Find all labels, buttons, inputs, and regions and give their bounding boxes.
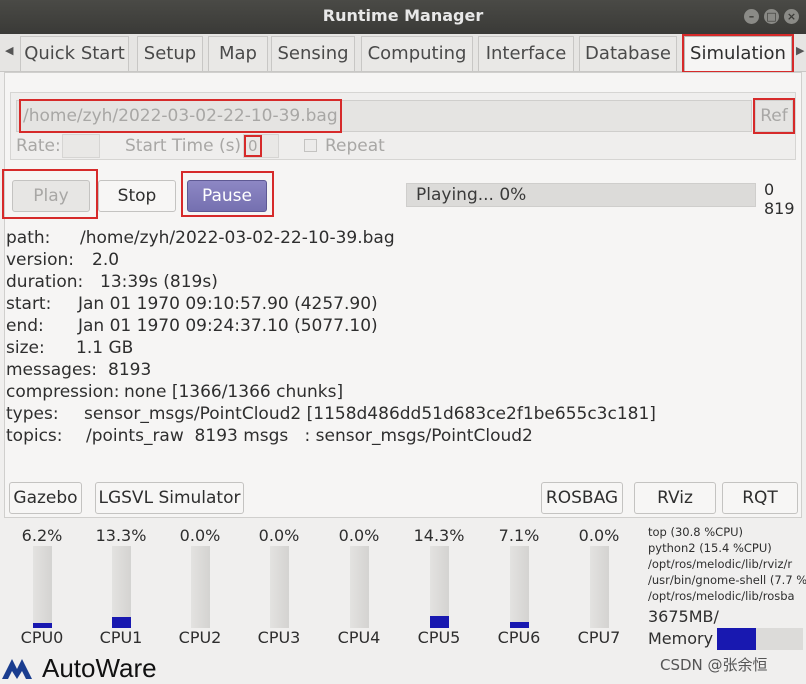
cpu-percent: 0.0%	[338, 526, 380, 545]
title-bar: Runtime Manager – □ ×	[0, 0, 806, 34]
cpu-name: CPU7	[577, 628, 621, 647]
cpu-percent: 0.0%	[258, 526, 300, 545]
process-item: /opt/ros/melodic/lib/rviz/r	[648, 557, 793, 571]
repeat-label: Repeat	[325, 136, 385, 156]
tab-scroll-right-icon[interactable]: ▶	[796, 44, 804, 57]
autoware-logo-icon	[2, 659, 32, 679]
tab-sensing[interactable]: Sensing	[271, 36, 355, 71]
gazebo-button[interactable]: Gazebo	[9, 482, 82, 514]
memory-bar-level	[717, 628, 756, 650]
tab-computing[interactable]: Computing	[361, 36, 473, 71]
tab-interface[interactable]: Interface	[478, 36, 574, 71]
info-row: version: 2.0	[6, 250, 120, 270]
cpu-bar-level	[112, 617, 131, 628]
pause-highlight	[181, 171, 274, 217]
cpu-percent: 14.3%	[413, 526, 465, 545]
rate-input[interactable]	[62, 134, 100, 158]
progress-text: Playing... 0%	[416, 185, 527, 205]
tab-bar: ◀ Quick Start Setup Map Sensing Computin…	[0, 34, 806, 73]
cpu-bar	[590, 546, 609, 628]
rosbag-button[interactable]: ROSBAG	[541, 482, 623, 514]
cpu-bar	[191, 546, 210, 628]
cpu-percent: 6.2%	[21, 526, 63, 545]
autoware-logo: AutoWare	[0, 652, 157, 684]
cpu-name: CPU1	[99, 628, 143, 647]
memory-readout: 3675MB/ Memory	[648, 606, 719, 650]
process-item: python2 (15.4 %CPU)	[648, 541, 772, 555]
cpu-bar	[510, 546, 529, 628]
process-item: /opt/ros/melodic/lib/rosba	[648, 589, 795, 603]
cpu-name: CPU6	[497, 628, 541, 647]
lgsvl-simulator-button[interactable]: LGSVL Simulator	[95, 482, 244, 514]
close-icon[interactable]: ×	[784, 9, 799, 24]
watermark: CSDN @张余恒	[660, 656, 768, 674]
process-item: /usr/bin/gnome-shell (7.7 %	[648, 573, 806, 587]
tab-simulation[interactable]: Simulation	[682, 34, 794, 73]
memory-label: Memory	[648, 629, 714, 648]
tab-map[interactable]: Map	[208, 36, 268, 71]
cpu-name: CPU0	[20, 628, 64, 647]
info-row: start: Jan 01 1970 09:10:57.90 (4257.90)	[6, 294, 378, 314]
tab-scroll-left-icon[interactable]: ◀	[5, 44, 13, 57]
info-row: types: sensor_msgs/PointCloud2 [1158d486d…	[6, 404, 656, 424]
cpu-bar	[33, 546, 52, 628]
tab-database[interactable]: Database	[579, 36, 677, 71]
info-row: topics:/points_raw 8193 msgs : sensor_ms…	[6, 426, 533, 446]
cpu-bar	[270, 546, 289, 628]
cpu-percent: 7.1%	[498, 526, 540, 545]
cpu-bar	[112, 546, 131, 628]
start-time-input[interactable]: 0	[243, 134, 279, 158]
memory-value: 3675MB/	[648, 607, 719, 626]
rqt-button[interactable]: RQT	[722, 482, 798, 514]
cpu-percent: 0.0%	[578, 526, 620, 545]
start-time-label: Start Time (s):	[125, 136, 247, 156]
rate-label: Rate:	[16, 136, 61, 156]
memory-bar	[717, 628, 803, 650]
counter-total: 819	[764, 199, 795, 218]
ref-button[interactable]: Ref	[753, 98, 795, 134]
minimize-icon[interactable]: –	[744, 9, 759, 24]
info-row: size: 1.1 GB	[6, 338, 134, 358]
playback-progress-bar: Playing... 0%	[406, 183, 756, 207]
start-time-value: 0	[244, 135, 262, 157]
stop-button[interactable]: Stop	[98, 180, 176, 212]
info-row: end: Jan 01 1970 09:24:37.10 (5077.10)	[6, 316, 378, 336]
tab-setup[interactable]: Setup	[137, 36, 203, 71]
cpu-percent: 13.3%	[95, 526, 147, 545]
cpu-name: CPU5	[417, 628, 461, 647]
process-item: top (30.8 %CPU)	[648, 525, 744, 539]
cpu-name: CPU3	[257, 628, 301, 647]
info-row: compression: none [1366/1366 chunks]	[6, 382, 344, 402]
maximize-icon[interactable]: □	[764, 9, 779, 24]
info-row: path:/home/zyh/2022-03-02-22-10-39.bag	[6, 228, 395, 248]
bag-path-field[interactable]: /home/zyh/2022-03-02-22-10-39.bag	[16, 99, 752, 133]
cpu-name: CPU2	[178, 628, 222, 647]
bag-path-text: /home/zyh/2022-03-02-22-10-39.bag	[19, 99, 342, 133]
info-row: duration: 13:39s (819s)	[6, 272, 218, 292]
cpu-bar	[430, 546, 449, 628]
bag-info: path:/home/zyh/2022-03-02-22-10-39.bag v…	[6, 227, 656, 447]
rviz-button[interactable]: RViz	[634, 482, 716, 514]
logo-text: AutoWare	[42, 652, 157, 683]
repeat-checkbox[interactable]	[304, 139, 317, 152]
info-row: messages: 8193	[6, 360, 152, 380]
play-highlight	[2, 169, 98, 219]
cpu-bar	[350, 546, 369, 628]
window-title: Runtime Manager	[322, 6, 484, 25]
process-list: top (30.8 %CPU) python2 (15.4 %CPU) /opt…	[648, 524, 806, 604]
counter-current: 0	[764, 180, 775, 199]
cpu-percent: 0.0%	[179, 526, 221, 545]
tab-quick-start[interactable]: Quick Start	[20, 36, 129, 71]
cpu-name: CPU4	[337, 628, 381, 647]
cpu-bar-level	[430, 616, 449, 628]
